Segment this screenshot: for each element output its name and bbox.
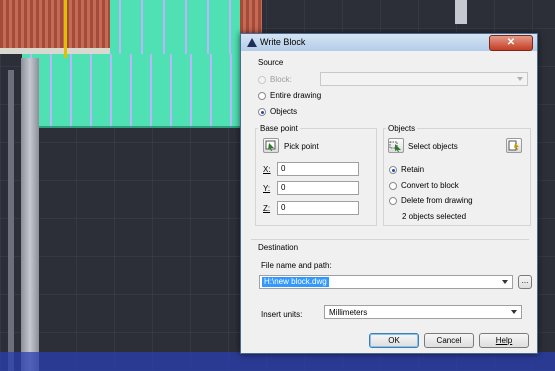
quick-select-icon	[508, 140, 519, 151]
select-objects-label: Select objects	[408, 142, 458, 151]
convert-to-block-radio[interactable]	[389, 182, 397, 190]
source-label: Source	[258, 58, 284, 67]
pick-point-icon	[265, 140, 276, 151]
close-button[interactable]: ✕	[489, 35, 533, 51]
objects-radio[interactable]	[258, 108, 266, 116]
select-objects-icon	[389, 141, 401, 152]
entire-drawing-label: Entire drawing	[270, 91, 322, 100]
yellow-column	[64, 0, 67, 58]
objects-radio-label: Objects	[270, 107, 298, 116]
z-label: Z:	[263, 204, 271, 213]
destination-label: Destination	[258, 243, 299, 252]
wall-panel-upper	[110, 0, 240, 54]
block-select[interactable]	[320, 72, 528, 86]
pick-point-button[interactable]	[263, 138, 279, 153]
y-input[interactable]: 0	[277, 181, 359, 195]
destination-divider	[251, 239, 529, 240]
selection-status: 2 objects selected	[402, 212, 467, 221]
write-block-dialog: Write Block ✕ Source Block: Entire drawi…	[240, 33, 538, 354]
thin-column	[8, 70, 14, 371]
objects-group-label: Objects	[386, 124, 418, 133]
convert-to-block-label: Convert to block	[401, 181, 459, 190]
ok-button[interactable]: OK	[369, 333, 419, 348]
chevron-down-icon	[511, 310, 517, 314]
file-name-input[interactable]: H:\new block.dwg	[259, 275, 513, 289]
retain-radio[interactable]	[389, 166, 397, 174]
help-button[interactable]: Help	[479, 333, 529, 348]
chevron-down-icon	[502, 280, 508, 284]
insert-units-label: Insert units:	[261, 310, 303, 319]
insert-units-value: Millimeters	[329, 308, 368, 317]
floor-plane	[0, 352, 555, 371]
chevron-down-icon	[517, 77, 523, 81]
dialog-titlebar[interactable]: Write Block ✕	[241, 34, 537, 51]
browse-button[interactable]: ...	[518, 275, 532, 289]
delete-from-drawing-radio[interactable]	[389, 197, 397, 205]
retain-label: Retain	[401, 165, 425, 174]
steel-column-right	[455, 0, 467, 24]
autocad-logo-icon	[247, 38, 257, 47]
file-name-label: File name and path:	[261, 261, 332, 270]
block-radio[interactable]	[258, 76, 266, 84]
file-name-value: H:\new block.dwg	[262, 277, 329, 287]
cancel-button[interactable]: Cancel	[424, 333, 474, 348]
pick-point-label: Pick point	[284, 142, 319, 151]
insert-units-select[interactable]: Millimeters	[324, 305, 522, 319]
select-objects-button[interactable]	[388, 138, 404, 153]
base-point-label: Base point	[258, 124, 300, 133]
x-label: X:	[263, 165, 271, 174]
y-label: Y:	[263, 184, 271, 193]
steel-column	[21, 58, 39, 371]
quick-select-button[interactable]	[506, 138, 522, 153]
wall-panel	[22, 54, 240, 128]
block-radio-label: Block:	[270, 75, 292, 84]
dialog-title: Write Block	[260, 37, 306, 47]
delete-from-drawing-label: Delete from drawing	[401, 196, 473, 205]
x-input[interactable]: 0	[277, 162, 359, 176]
z-input[interactable]: 0	[277, 201, 359, 215]
entire-drawing-radio[interactable]	[258, 92, 266, 100]
